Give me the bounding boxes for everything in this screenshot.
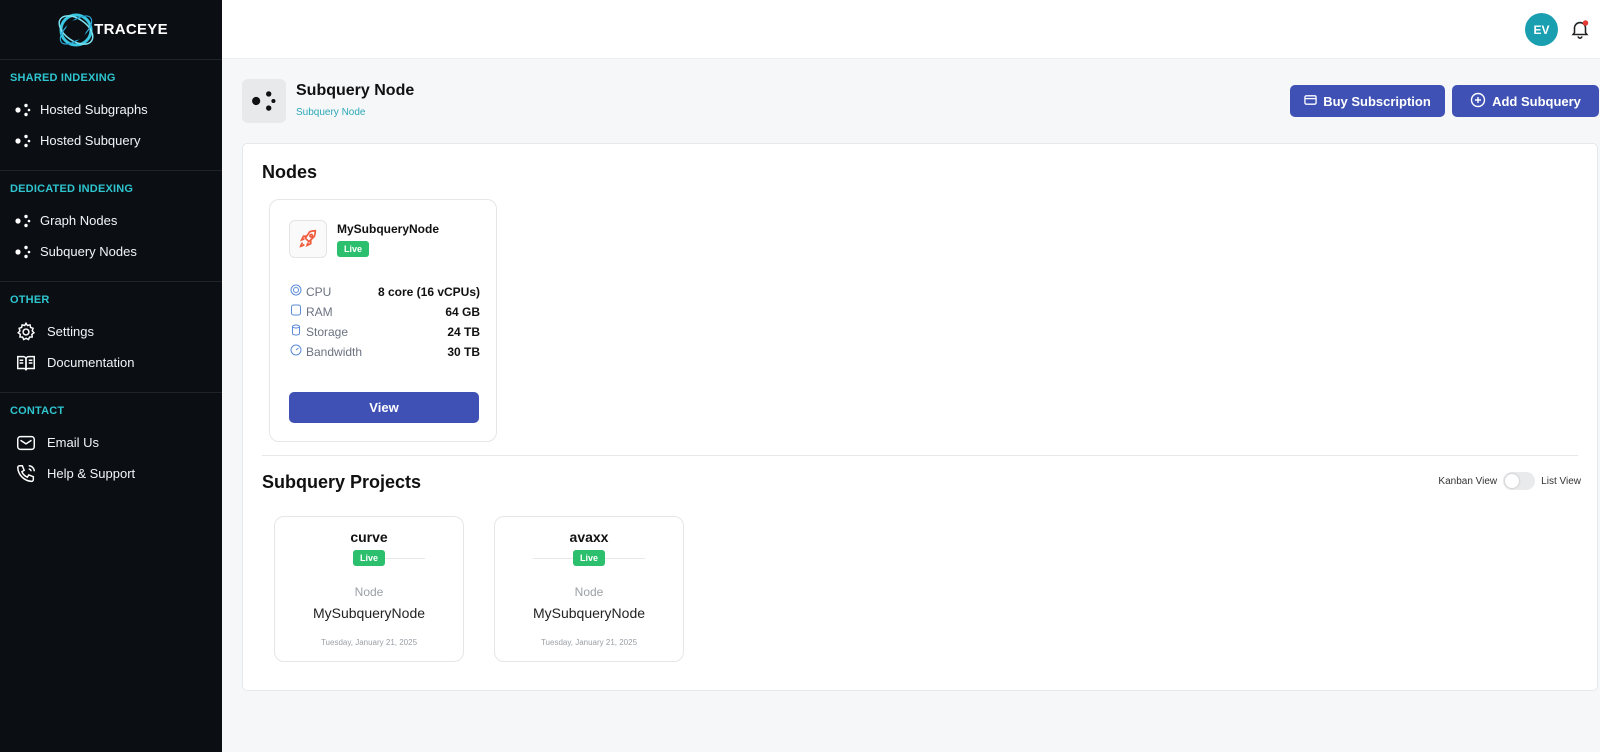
project-status-row: Live bbox=[275, 550, 463, 566]
project-card[interactable]: avaxx Live Node MySubqueryNode Tuesday, … bbox=[494, 516, 684, 662]
node-name: MySubqueryNode bbox=[337, 222, 440, 236]
spec-value: 30 TB bbox=[447, 344, 480, 359]
sidebar: TRACEYE SHARED INDEXING Hosted Subgraphs… bbox=[0, 0, 222, 752]
spec-value: 64 GB bbox=[445, 304, 480, 319]
sidebar-item-subquery-nodes[interactable]: Subquery Nodes bbox=[0, 236, 222, 267]
gauge-icon bbox=[290, 344, 302, 359]
list-view-label: List View bbox=[1541, 475, 1581, 487]
spec-label: Storage bbox=[306, 324, 349, 339]
node-card[interactable]: MySubqueryNode Live CPU 8 core (16 vCPUs… bbox=[269, 199, 497, 442]
sidebar-item-graph-nodes[interactable]: Graph Nodes bbox=[0, 205, 222, 236]
page-title: Subquery Node bbox=[296, 82, 415, 99]
spec-value: 8 core (16 vCPUs) bbox=[377, 284, 480, 299]
bell-icon[interactable] bbox=[1569, 18, 1591, 40]
card-icon bbox=[1304, 94, 1317, 109]
status-badge: Live bbox=[352, 550, 385, 566]
view-button[interactable]: View bbox=[289, 392, 479, 423]
sidebar-item-label: Hosted Subgraphs bbox=[40, 102, 148, 117]
spec-label: CPU bbox=[306, 284, 332, 299]
plus-circle-icon bbox=[1470, 92, 1486, 111]
sidebar-section-other: OTHER Settings Documentation bbox=[0, 282, 222, 393]
node-graph-icon bbox=[14, 101, 32, 119]
project-node-name: MySubqueryNode bbox=[312, 605, 426, 621]
sidebar-item-label: Help & Support bbox=[47, 466, 136, 481]
status-badge: Live bbox=[337, 241, 370, 257]
ram-icon bbox=[290, 304, 302, 319]
spec-label: Bandwidth bbox=[306, 344, 363, 359]
sidebar-item-label: Documentation bbox=[47, 355, 135, 370]
sidebar-item-label: Hosted Subquery bbox=[40, 133, 141, 148]
spec-row-bandwidth: Bandwidth 30 TB bbox=[290, 344, 480, 359]
main-panel: Nodes MySubqueryNode Live CPU 8 core (16… bbox=[242, 143, 1598, 691]
view-toggle: Kanban View List View bbox=[1438, 472, 1581, 490]
buy-subscription-label: Buy Subscription bbox=[1323, 93, 1431, 109]
section-title: DEDICATED INDEXING bbox=[10, 183, 134, 195]
sidebar-item-settings[interactable]: Settings bbox=[0, 316, 222, 347]
spec-row-cpu: CPU 8 core (16 vCPUs) bbox=[290, 284, 480, 299]
sidebar-item-label: Subquery Nodes bbox=[40, 244, 137, 259]
node-graph-icon bbox=[14, 243, 32, 261]
project-date: Tuesday, January 21, 2025 bbox=[320, 638, 418, 647]
status-badge: Live bbox=[572, 550, 605, 566]
sidebar-section-shared: SHARED INDEXING Hosted Subgraphs Hosted … bbox=[0, 60, 222, 171]
section-title: OTHER bbox=[10, 294, 50, 306]
sidebar-item-documentation[interactable]: Documentation bbox=[0, 347, 222, 378]
brand-name: TRACEYE bbox=[94, 21, 168, 38]
gear-icon bbox=[14, 320, 38, 344]
spec-value: 24 TB bbox=[447, 324, 480, 339]
sidebar-item-email-us[interactable]: Email Us bbox=[0, 427, 222, 458]
phone-icon bbox=[14, 462, 38, 486]
brand[interactable]: TRACEYE bbox=[0, 0, 222, 60]
book-icon bbox=[14, 351, 38, 375]
add-subquery-label: Add Subquery bbox=[1492, 93, 1581, 109]
sidebar-item-label: Graph Nodes bbox=[40, 213, 118, 228]
buy-subscription-button[interactable]: Buy Subscription bbox=[1290, 85, 1445, 117]
project-date: Tuesday, January 21, 2025 bbox=[540, 638, 638, 647]
nodes-heading: Nodes bbox=[262, 162, 318, 182]
project-name: curve bbox=[350, 529, 388, 545]
project-node-label: Node bbox=[354, 585, 384, 599]
cpu-icon bbox=[290, 284, 302, 299]
avatar[interactable]: EV bbox=[1525, 13, 1558, 46]
kanban-view-label: Kanban View bbox=[1438, 475, 1498, 487]
node-graph-icon bbox=[14, 132, 32, 150]
view-toggle-switch[interactable] bbox=[1503, 472, 1536, 490]
project-node-name: MySubqueryNode bbox=[532, 605, 646, 621]
divider-line bbox=[605, 557, 645, 559]
spec-label: RAM bbox=[306, 304, 333, 319]
divider-line bbox=[532, 557, 573, 559]
section-title: SHARED INDEXING bbox=[10, 72, 116, 84]
divider bbox=[262, 455, 1578, 456]
sidebar-item-help-support[interactable]: Help & Support bbox=[0, 458, 222, 489]
project-status-row: Live bbox=[495, 550, 683, 566]
database-icon bbox=[290, 324, 302, 339]
node-graph-icon bbox=[14, 212, 32, 230]
toggle-knob bbox=[1505, 474, 1520, 488]
add-subquery-button[interactable]: Add Subquery bbox=[1452, 85, 1599, 117]
sidebar-item-hosted-subgraphs[interactable]: Hosted Subgraphs bbox=[0, 94, 222, 125]
sidebar-section-dedicated: DEDICATED INDEXING Graph Nodes Subquery … bbox=[0, 171, 222, 282]
sidebar-item-label: Settings bbox=[47, 324, 94, 339]
divider-line bbox=[385, 557, 425, 559]
spec-row-ram: RAM 64 GB bbox=[290, 304, 480, 319]
topbar: EV bbox=[222, 0, 1600, 59]
project-name: avaxx bbox=[569, 529, 609, 545]
spec-row-storage: Storage 24 TB bbox=[290, 324, 480, 339]
breadcrumb[interactable]: Subquery Node bbox=[296, 107, 366, 118]
projects-heading: Subquery Projects bbox=[262, 472, 422, 492]
project-card[interactable]: curve Live Node MySubqueryNode Tuesday, … bbox=[274, 516, 464, 662]
rocket-icon bbox=[289, 220, 327, 258]
sidebar-item-hosted-subquery[interactable]: Hosted Subquery bbox=[0, 125, 222, 156]
project-node-label: Node bbox=[574, 585, 604, 599]
section-title: CONTACT bbox=[10, 405, 65, 417]
sidebar-item-label: Email Us bbox=[47, 435, 100, 450]
mail-icon bbox=[14, 431, 38, 455]
traceye-logo-icon bbox=[54, 8, 98, 52]
sidebar-section-contact: CONTACT Email Us Help & Support bbox=[0, 393, 222, 503]
node-graph-icon bbox=[242, 79, 286, 123]
